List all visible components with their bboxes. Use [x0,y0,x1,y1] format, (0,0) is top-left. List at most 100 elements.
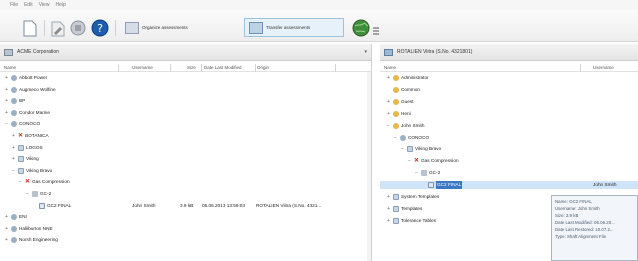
tree-row[interactable]: − CONOCO [380,134,638,142]
expand-icon[interactable]: + [386,205,391,213]
target-column-headers: Name Username [380,64,638,72]
expand-icon[interactable]: + [11,155,16,163]
transfer-device-icon[interactable] [70,19,86,37]
chevron-down-icon[interactable]: ▾ [364,49,367,55]
tree-row[interactable]: + Heni [380,110,638,118]
menu-file[interactable]: File [10,2,18,8]
globe-icon[interactable] [352,18,370,37]
source-title: ACME Corporation [17,49,59,55]
expand-icon[interactable]: + [11,144,16,152]
collapse-icon[interactable]: − [400,145,405,153]
tree-row[interactable]: + Halliburton NNE [0,225,371,233]
tooltip-line: Size: 3.9 kB [555,213,579,218]
tree-row[interactable]: + LOGOS [0,144,371,152]
tree-row[interactable]: − GC-2 [380,169,638,177]
source-header[interactable]: ACME Corporation ▾ [0,44,371,61]
tree-row[interactable]: − CONOCO [0,120,371,128]
tree-label: Gas Compression [32,179,70,185]
collapse-icon[interactable]: − [4,120,9,128]
collapse-icon[interactable]: − [386,122,391,130]
device-icon [384,48,393,56]
expand-icon[interactable]: + [11,132,16,140]
col-name[interactable]: Name [384,65,396,70]
organize-assessments-button[interactable]: Organize assessments [120,18,240,37]
expand-icon[interactable]: + [386,217,391,225]
edit-document-icon[interactable] [50,19,66,37]
col-username[interactable]: Username [593,65,614,70]
source-scrollbar[interactable] [367,72,371,261]
tree-label: LOGOS [26,144,43,150]
error-x-icon: ✕ [25,179,31,186]
collapse-icon[interactable]: − [407,157,412,165]
tree-row[interactable]: GC2 FINAL John Smith [380,181,638,190]
target-header[interactable]: ROTALIEN Viitra (S.No. 4321801) [380,44,638,61]
tooltip-line: Type: Shaft Alignment File [555,234,607,239]
expand-icon[interactable]: + [386,193,391,201]
tree-label: Norsh Engineering [19,237,58,243]
tree-row[interactable]: − ✕ Gas Compression [0,178,371,186]
user-icon [393,110,399,117]
tree-row[interactable]: + ✕ BOTANICA [0,132,371,140]
tree-row[interactable]: − GC-2 [0,190,371,198]
folder-icon [393,217,399,224]
menu-view[interactable]: View [39,2,50,8]
tree-row[interactable]: + BP [0,97,371,105]
expand-icon[interactable]: + [386,98,391,106]
menu-bar: File Edit View Help [0,0,638,10]
expand-icon[interactable]: + [4,109,9,117]
expand-icon[interactable]: + [4,74,9,82]
tree-row[interactable]: − Viking Bravo [0,167,371,175]
expand-icon[interactable]: + [4,225,9,233]
tooltip-line: Date Last Restored: 10.07.2... [555,227,614,232]
expand-icon[interactable]: + [386,110,391,118]
tree-label: ENI [19,214,27,220]
toolbar-overflow-icon[interactable] [372,26,380,36]
user-icon [393,98,399,105]
help-icon[interactable]: ? [91,18,109,37]
tree-row[interactable]: + Administrator [380,74,638,82]
collapse-icon[interactable]: − [25,190,30,198]
transfer-icon [249,21,263,34]
tree-row[interactable]: Common [380,86,638,94]
expand-icon[interactable]: + [4,97,9,105]
tree-label: John Smith [401,122,425,128]
tree-row[interactable]: + ENI [0,213,371,221]
tree-row[interactable]: + Augmeco Wolfine [0,86,371,94]
expand-icon[interactable]: + [4,213,9,221]
cell-username: John Smith [132,202,156,208]
col-name[interactable]: Name [4,65,16,70]
tree-label: Viking Bravo [26,167,53,173]
collapse-icon[interactable]: − [414,169,419,177]
col-date[interactable]: Date Last Modified [204,65,242,70]
expand-icon[interactable]: + [4,236,9,244]
col-username[interactable]: Username [132,65,153,70]
computer-icon [4,48,13,56]
tree-row[interactable]: + Condor Marine [0,109,371,117]
tree-row[interactable]: − ✕ Gas Compression [380,157,638,165]
menu-help[interactable]: Help [55,2,65,8]
tree-row[interactable]: + Norsh Engineering [0,236,371,244]
tree-row[interactable]: − John Smith [380,122,638,130]
col-size[interactable]: Size [187,65,196,70]
doc-icon [428,182,434,189]
source-pane: ACME Corporation ▾ Name Username Size Da… [0,44,372,261]
tree-row[interactable]: + Abbott Power [0,74,371,82]
expand-icon[interactable]: + [4,86,9,94]
tooltip-line: Date Last Modified: 05.06.20... [555,220,615,225]
cell-date: 05.06.2013 13:59:03 [202,202,246,208]
tree-row[interactable]: + Viking [0,155,371,163]
tree-row[interactable]: + Guest [380,98,638,106]
menu-edit[interactable]: Edit [24,2,33,8]
new-document-icon[interactable] [22,19,38,37]
collapse-icon[interactable]: − [393,134,398,142]
tree-row[interactable]: GC2 FINAL John Smith 3.9 kB 05.06.2013 13:5… [0,202,371,210]
collapse-icon[interactable]: − [11,167,16,175]
file-info-tooltip: Name: GC2 FINAL Username: John Smith Siz… [551,195,638,261]
transfer-label: Transfer assessments [266,25,311,30]
expand-icon[interactable]: + [386,74,391,82]
tree-row[interactable]: − Viking Bravo [380,145,638,153]
transfer-assessments-button[interactable]: Transfer assessments [244,18,344,37]
collapse-icon[interactable]: − [18,178,23,186]
tree-label: GC2 FINAL [47,202,72,208]
col-origin[interactable]: Origin [257,65,269,70]
